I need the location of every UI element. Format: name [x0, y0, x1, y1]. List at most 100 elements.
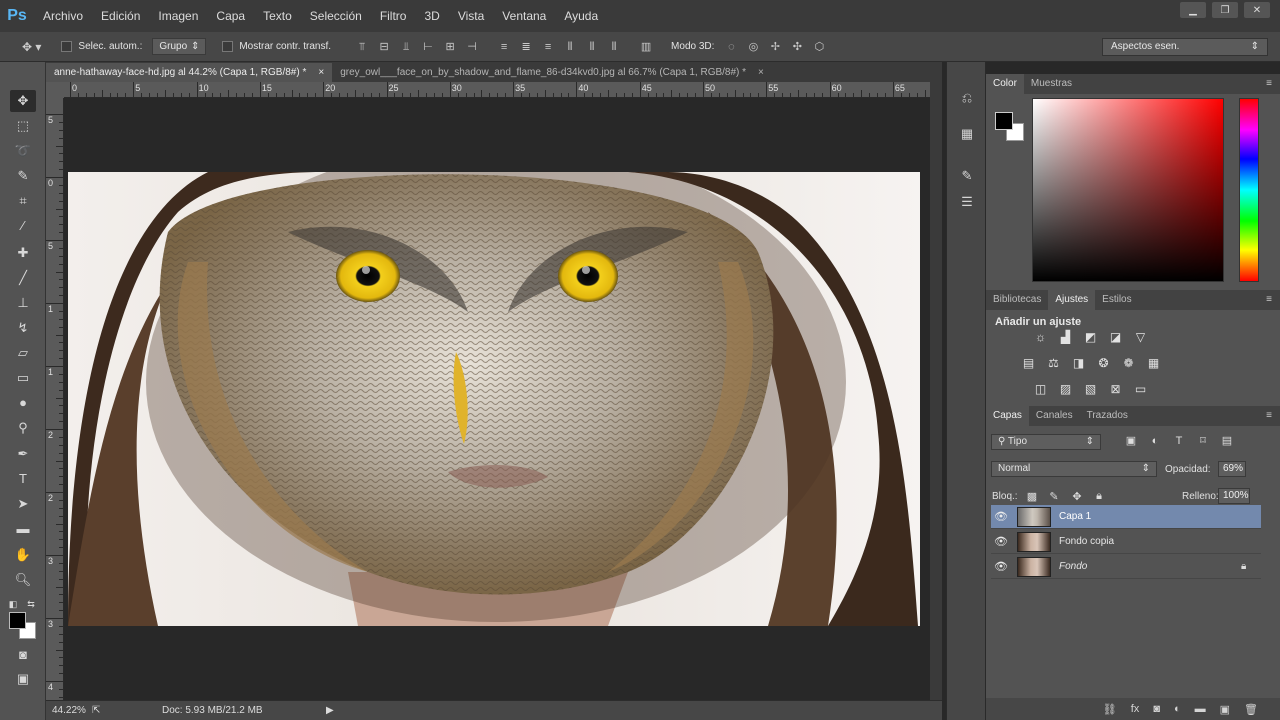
distribute-right-icon[interactable]: ⦀ [607, 40, 621, 54]
trash-icon[interactable]: 🗑︎ [1244, 703, 1258, 716]
gradient-map-icon[interactable]: ▭ [1132, 382, 1149, 397]
scale-3d-icon[interactable]: ⬡ [812, 40, 826, 54]
threshold-icon[interactable]: ▧ [1082, 382, 1099, 397]
orbit-3d-icon[interactable]: ◌ [724, 40, 738, 54]
new-group-icon[interactable]: ▬ [1195, 703, 1206, 715]
layer-filter-select[interactable]: ⚲ Tipo ⇕ [991, 434, 1101, 450]
menu-ventana[interactable]: Ventana [493, 0, 555, 32]
menu-capa[interactable]: Capa [207, 0, 254, 32]
photo-filter-icon[interactable]: ❂ [1095, 356, 1112, 371]
vertical-scrollbar[interactable] [930, 82, 942, 700]
brush-panel-icon[interactable]: ☰ [956, 192, 978, 212]
distribute-vcenter-icon[interactable]: ≣ [519, 40, 533, 54]
show-transform-checkbox[interactable] [222, 41, 234, 52]
doc-tab-owl[interactable]: grey_owl___face_on_by_shadow_and_flame_8… [332, 63, 772, 82]
align-bottom-icon[interactable]: ⫫ [399, 40, 413, 54]
tab-color[interactable]: Color [986, 74, 1024, 94]
menu-edicion[interactable]: Edición [92, 0, 149, 32]
tab-capas[interactable]: Capas [986, 406, 1029, 426]
invert-icon[interactable]: ◫ [1032, 382, 1049, 397]
align-top-icon[interactable]: ⫪ [355, 40, 369, 54]
black-white-icon[interactable]: ◨ [1070, 356, 1087, 371]
brush-tool-icon[interactable]: ╱ [10, 267, 36, 289]
panel-menu-icon[interactable]: ≡ [1266, 78, 1272, 89]
layer-row-fondo-copia[interactable]: 👁︎ Fondo copia [991, 530, 1261, 554]
zoom-level[interactable]: 44.22% [52, 705, 92, 716]
channel-mixer-icon[interactable]: ❁ [1120, 356, 1137, 371]
color-field[interactable] [1032, 98, 1224, 282]
properties-panel-icon[interactable]: ▦ [956, 124, 978, 144]
lasso-tool-icon[interactable]: ➰ [10, 140, 36, 162]
close-tab-icon[interactable]: × [758, 67, 764, 78]
lock-position-icon[interactable]: ✥ [1070, 490, 1084, 504]
hand-tool-icon[interactable]: ✋ [10, 544, 36, 566]
slide-3d-icon[interactable]: ✣ [790, 40, 804, 54]
layer-row-fondo[interactable]: 👁︎ Fondo 🔒︎ [991, 555, 1261, 579]
tab-ajustes[interactable]: Ajustes [1048, 290, 1096, 310]
opacity-input[interactable]: 69% [1218, 461, 1246, 477]
foreground-color-swatch[interactable] [9, 612, 26, 629]
stamp-tool-icon[interactable]: ⊥ [10, 292, 36, 314]
lock-all-icon[interactable]: 🔒︎ [1092, 490, 1106, 504]
align-vcenter-icon[interactable]: ⊟ [377, 40, 391, 54]
path-select-tool-icon[interactable]: ➤ [10, 493, 36, 515]
layer-row-capa-1[interactable]: 👁︎ Capa 1 [991, 505, 1261, 529]
new-layer-icon[interactable]: ▣ [1220, 703, 1230, 716]
menu-3d[interactable]: 3D [415, 0, 448, 32]
selective-color-icon[interactable]: ⊠ [1107, 382, 1124, 397]
status-menu-arrow-icon[interactable]: ▶ [326, 705, 334, 716]
add-mask-icon[interactable]: ◙ [1153, 703, 1160, 715]
doc-tab-anne[interactable]: anne-hathaway-face-hd.jpg al 44.2% (Capa… [46, 63, 333, 82]
lock-transparent-icon[interactable]: ▩ [1025, 490, 1039, 504]
align-right-icon[interactable]: ⊣ [465, 40, 479, 54]
workspace-select[interactable]: Aspectos esen. ⇕ [1102, 38, 1268, 56]
menu-texto[interactable]: Texto [254, 0, 301, 32]
filter-type-icon[interactable]: T [1172, 434, 1186, 448]
levels-icon[interactable]: ▟ [1057, 330, 1074, 345]
filter-smart-icon[interactable]: ▤ [1220, 434, 1234, 448]
close-tab-icon[interactable]: × [318, 67, 324, 78]
menu-filtro[interactable]: Filtro [371, 0, 416, 32]
eyedropper-tool-icon[interactable]: ⁄ [10, 215, 36, 237]
new-adjustment-icon[interactable]: ◐ [1174, 703, 1181, 715]
crop-tool-icon[interactable]: ⌗ [10, 190, 36, 212]
align-left-icon[interactable]: ⊢ [421, 40, 435, 54]
hue-saturation-icon[interactable]: ▤ [1020, 356, 1037, 371]
blend-mode-select[interactable]: Normal ⇕ [991, 461, 1157, 477]
color-fg-swatch[interactable] [995, 112, 1013, 130]
marquee-tool-icon[interactable]: ⬚ [10, 115, 36, 137]
swap-colors-icon[interactable]: ⇆ [24, 593, 38, 615]
distribute-left-icon[interactable]: ⦀ [563, 40, 577, 54]
type-tool-icon[interactable]: T [10, 468, 36, 490]
filter-adjustment-icon[interactable]: ◐ [1148, 434, 1162, 448]
distribute-bottom-icon[interactable]: ≡ [541, 40, 555, 54]
hue-slider[interactable] [1239, 98, 1259, 282]
curves-icon[interactable]: ◩ [1082, 330, 1099, 345]
rectangle-tool-icon[interactable]: ▬ [10, 518, 36, 540]
auto-select-dropdown[interactable]: Grupo ⇕ [152, 38, 207, 55]
ruler-origin[interactable] [46, 82, 64, 98]
quick-mask-icon[interactable]: ◙ [10, 644, 36, 666]
vertical-ruler[interactable]: 5 0 5 1 1 2 2 3 3 4 [46, 98, 64, 700]
restore-button[interactable]: ❐ [1212, 2, 1238, 18]
tab-bibliotecas[interactable]: Bibliotecas [986, 290, 1048, 310]
brush-presets-icon[interactable]: ✎ [956, 166, 978, 186]
dodge-tool-icon[interactable]: ⚲ [10, 417, 36, 439]
roll-3d-icon[interactable]: ◎ [746, 40, 760, 54]
filter-shape-icon[interactable]: ⌑ [1196, 434, 1210, 448]
align-hcenter-icon[interactable]: ⊞ [443, 40, 457, 54]
canvas-area[interactable] [64, 98, 930, 700]
gradient-tool-icon[interactable]: ▭ [10, 367, 36, 389]
eye-icon[interactable]: 👁︎ [991, 560, 1011, 573]
export-icon[interactable]: ⇱ [92, 705, 162, 716]
panel-menu-icon[interactable]: ≡ [1266, 294, 1272, 305]
fx-icon[interactable]: fx [1131, 703, 1140, 715]
brightness-icon[interactable]: ☼ [1032, 330, 1049, 345]
link-layers-icon[interactable]: ⛓ [1103, 703, 1117, 716]
color-balance-icon[interactable]: ⚖ [1045, 356, 1062, 371]
close-button[interactable]: ✕ [1244, 2, 1270, 18]
exposure-icon[interactable]: ◪ [1107, 330, 1124, 345]
tab-muestras[interactable]: Muestras [1024, 74, 1079, 94]
color-lookup-icon[interactable]: ▦ [1145, 356, 1162, 371]
eye-icon[interactable]: 👁︎ [991, 535, 1011, 548]
